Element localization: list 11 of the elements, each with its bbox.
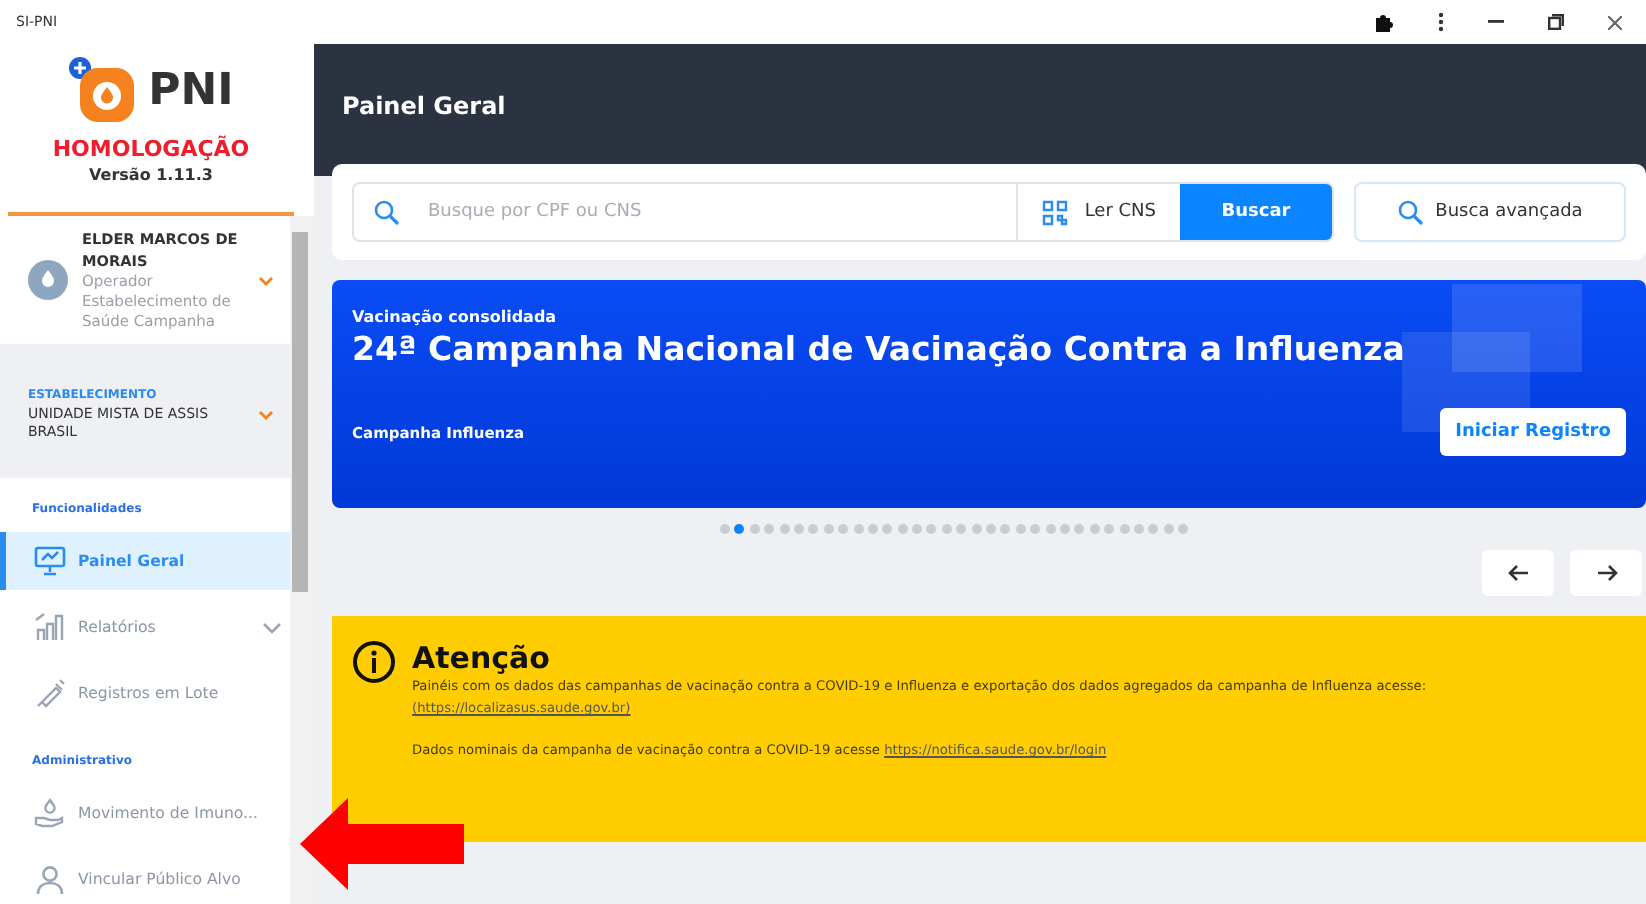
banner-eyebrow: Vacinação consolidada — [352, 308, 559, 326]
search-field[interactable]: Busque por CPF ou CNS — [424, 200, 1017, 224]
search-button[interactable]: Buscar — [1180, 184, 1332, 240]
logo-text: PNI — [148, 65, 234, 115]
environment-label: HOMOLOGAÇÃO — [52, 136, 250, 162]
advanced-search-button[interactable]: Busca avançada — [1354, 182, 1626, 242]
start-registration-button[interactable]: Iniciar Registro — [1440, 408, 1626, 456]
version-label: Versão 1.11.3 — [89, 166, 213, 184]
page-title: Painel Geral — [342, 92, 506, 120]
alert-title: Atenção — [412, 640, 552, 676]
banner-title: 24ª Campanha Nacional de Vacinação Contra a Influenza — [352, 330, 1407, 368]
